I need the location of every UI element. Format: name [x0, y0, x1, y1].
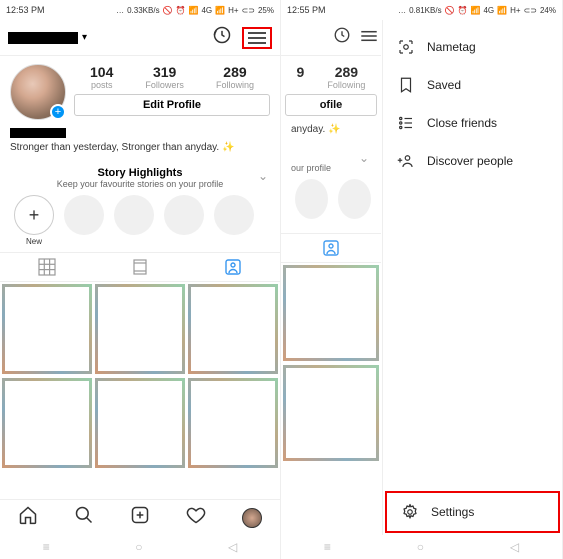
profile-peek: 9 289 Following ofile anyday. ✨ ⌄ our pr…	[281, 20, 381, 535]
post-thumbnail	[283, 265, 379, 361]
profile-tabs	[0, 252, 280, 282]
recent-apps-icon[interactable]: ≡	[43, 540, 50, 554]
menu-label: Nametag	[427, 40, 476, 54]
add-person-icon	[397, 152, 415, 170]
screen-right: 12:55 PM …0.81KB/s 🚫⏰📶 4G📶 H+ ⊂⊃24% 9	[281, 0, 563, 559]
edit-profile-button[interactable]: Edit Profile	[74, 94, 270, 116]
bio-text-cut: anyday. ✨	[291, 124, 371, 135]
activity-icon[interactable]	[186, 505, 206, 530]
post-thumbnail[interactable]	[188, 284, 278, 374]
highlight-placeholder	[114, 195, 154, 235]
username-redacted	[8, 32, 78, 44]
menu-discover-people[interactable]: Discover people	[383, 142, 562, 180]
system-nav: ≡ ○ ◁	[281, 535, 562, 559]
hamburger-icon	[361, 29, 377, 47]
chevron-down-icon: ▾	[82, 32, 87, 43]
status-time: 12:55 PM	[287, 5, 326, 15]
home-button-icon[interactable]: ○	[417, 540, 424, 554]
back-icon[interactable]: ◁	[510, 540, 519, 554]
highlights-title: Story Highlights	[10, 167, 270, 179]
side-menu: Nametag Saved Close friends Discover peo…	[382, 20, 562, 535]
chevron-down-icon[interactable]: ⌄	[258, 169, 268, 183]
profile-icon[interactable]	[242, 508, 262, 528]
profile-header: + 104 posts 319 Followers 289 Following …	[0, 56, 280, 124]
gear-icon	[401, 503, 419, 521]
post-thumbnail[interactable]	[2, 284, 92, 374]
menu-saved[interactable]: Saved	[383, 66, 562, 104]
stat-following: 289 Following	[327, 64, 365, 90]
archive-icon	[333, 26, 351, 49]
list-icon	[397, 114, 415, 132]
archive-icon[interactable]	[212, 25, 232, 50]
avatar[interactable]: +	[10, 64, 66, 120]
stat-following[interactable]: 289 Following	[216, 64, 254, 90]
system-nav: ≡ ○ ◁	[0, 535, 280, 559]
highlights-subtitle: Keep your favourite stories on your prof…	[10, 179, 270, 189]
posts-grid	[0, 282, 280, 499]
screen-left: 12:53 PM …0.33KB/s 🚫⏰📶 4G📶 H+ ⊂⊃25% ▾ +	[0, 0, 281, 559]
menu-label: Discover people	[427, 154, 513, 168]
post-thumbnail[interactable]	[95, 378, 185, 468]
highlight-placeholder	[295, 179, 328, 219]
menu-nametag[interactable]: Nametag	[383, 28, 562, 66]
status-right: …0.33KB/s 🚫⏰📶 4G📶 H+ ⊂⊃25%	[116, 6, 274, 15]
stat-cut: 9	[297, 64, 305, 90]
tab-grid[interactable]	[0, 253, 93, 281]
hamburger-menu-highlighted[interactable]	[242, 27, 272, 49]
highlight-placeholder	[338, 179, 371, 219]
home-icon[interactable]	[18, 505, 38, 530]
status-bar: 12:55 PM …0.81KB/s 🚫⏰📶 4G📶 H+ ⊂⊃24%	[281, 0, 562, 20]
status-right: …0.81KB/s 🚫⏰📶 4G📶 H+ ⊂⊃24%	[398, 6, 556, 15]
story-highlights: ⌄ Story Highlights Keep your favourite s…	[0, 161, 280, 252]
search-icon[interactable]	[74, 505, 94, 530]
recent-apps-icon[interactable]: ≡	[324, 540, 331, 554]
bio-name-redacted	[10, 128, 66, 138]
highlight-placeholder	[164, 195, 204, 235]
post-thumbnail[interactable]	[2, 378, 92, 468]
menu-label: Saved	[427, 78, 461, 92]
stats-row: 104 posts 319 Followers 289 Following	[74, 64, 270, 90]
top-bar: ▾	[0, 20, 280, 56]
tab-tagged	[281, 234, 381, 262]
new-post-icon[interactable]	[130, 505, 150, 530]
post-thumbnail[interactable]	[188, 378, 278, 468]
post-thumbnail	[283, 365, 379, 461]
tab-feed[interactable]	[93, 253, 186, 281]
highlight-placeholder	[64, 195, 104, 235]
bookmark-icon	[397, 76, 415, 94]
nametag-icon	[397, 38, 415, 56]
bio-section: Stronger than yesterday, Stronger than a…	[0, 124, 280, 161]
highlight-new[interactable]: + New	[14, 195, 54, 246]
highlight-placeholder	[214, 195, 254, 235]
stat-posts[interactable]: 104 posts	[90, 64, 113, 90]
chevron-down-icon: ⌄	[359, 151, 369, 165]
menu-label: Close friends	[427, 116, 497, 130]
post-thumbnail[interactable]	[95, 284, 185, 374]
bottom-nav	[0, 499, 280, 535]
tab-tagged[interactable]	[187, 253, 280, 281]
menu-close-friends[interactable]: Close friends	[383, 104, 562, 142]
menu-settings-highlighted[interactable]: Settings	[385, 491, 560, 533]
back-icon[interactable]: ◁	[228, 540, 237, 554]
status-bar: 12:53 PM …0.33KB/s 🚫⏰📶 4G📶 H+ ⊂⊃25%	[0, 0, 280, 20]
add-story-icon[interactable]: +	[50, 104, 66, 120]
edit-profile-button-cut: ofile	[285, 94, 377, 116]
bio-text: Stronger than yesterday, Stronger than a…	[10, 142, 270, 153]
status-time: 12:53 PM	[6, 5, 45, 15]
home-button-icon[interactable]: ○	[135, 540, 142, 554]
stat-followers[interactable]: 319 Followers	[145, 64, 184, 90]
username-dropdown[interactable]: ▾	[8, 32, 87, 44]
menu-label: Settings	[431, 505, 474, 519]
